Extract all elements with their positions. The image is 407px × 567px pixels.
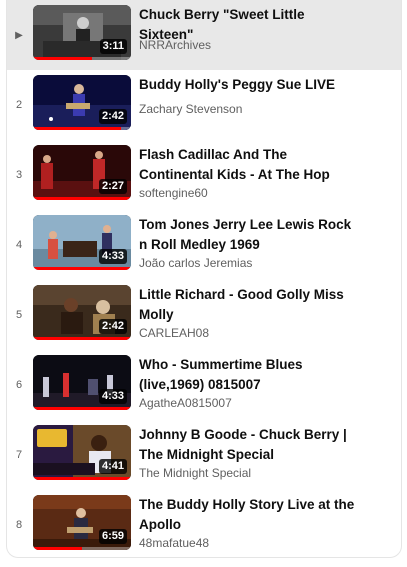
duration-badge: 2:42: [98, 109, 127, 124]
watch-progress-bar: [33, 267, 131, 270]
channel-name[interactable]: AgatheA0815007: [139, 395, 232, 411]
video-thumbnail[interactable]: 4:33: [33, 215, 131, 270]
playlist-item[interactable]: ▶ 3:11 Chuck Berry "Sweet Little Sixteen…: [7, 0, 401, 70]
playlist-item[interactable]: 8 6:59 The Buddy Holly Story Live at the…: [7, 490, 401, 557]
item-index: 4: [15, 239, 23, 251]
watch-progress-bar: [33, 477, 131, 480]
playlist-item[interactable]: 2 2:42 Buddy Holly's Peggy Sue LIVE Zach…: [7, 70, 401, 140]
duration-badge: 4:33: [98, 389, 127, 404]
playlist-item[interactable]: 7 4:41 Johnny B Goode - Chuck Berry | Th…: [7, 420, 401, 490]
duration-badge: 6:59: [98, 529, 127, 544]
video-thumbnail[interactable]: 4:33: [33, 355, 131, 410]
item-index: 8: [15, 519, 23, 531]
video-thumbnail[interactable]: 4:41: [33, 425, 131, 480]
playlist-panel: ▶ 3:11 Chuck Berry "Sweet Little Sixteen…: [6, 0, 402, 558]
channel-name[interactable]: The Midnight Special: [139, 465, 251, 481]
channel-name[interactable]: 48mafatue48: [139, 535, 209, 551]
item-index: 2: [15, 99, 23, 111]
channel-name[interactable]: NRRArchives: [139, 37, 211, 53]
now-playing-marker: ▶: [7, 0, 31, 70]
channel-name[interactable]: João carlos Jeremias: [139, 255, 252, 271]
playlist-item[interactable]: 4 4:33 Tom Jones Jerry Lee Lewis Rock n …: [7, 210, 401, 280]
channel-name[interactable]: CARLEAH08: [139, 325, 209, 341]
duration-badge: 4:33: [98, 249, 127, 264]
item-index: 7: [15, 449, 23, 461]
duration-badge: 4:41: [98, 459, 127, 474]
item-index: 5: [15, 309, 23, 321]
playlist-item[interactable]: 6 4:33 Who - Summertime Blues (live,1969…: [7, 350, 401, 420]
watch-progress-bar: [33, 407, 131, 410]
video-thumbnail[interactable]: 2:42: [33, 75, 131, 130]
duration-badge: 3:11: [99, 39, 127, 54]
watch-progress-bar: [33, 57, 92, 60]
watch-progress-bar: [33, 547, 82, 550]
video-thumbnail[interactable]: 6:59: [33, 495, 131, 550]
video-thumbnail[interactable]: 2:27: [33, 145, 131, 200]
play-icon: ▶: [15, 29, 23, 41]
item-index: 6: [15, 379, 23, 391]
video-title[interactable]: Johnny B Goode - Chuck Berry | The Midni…: [139, 425, 361, 465]
video-title[interactable]: Tom Jones Jerry Lee Lewis Rock n Roll Me…: [139, 215, 361, 255]
video-title[interactable]: Who - Summertime Blues (live,1969) 08150…: [139, 355, 361, 395]
watch-progress-bar: [33, 197, 131, 200]
watch-progress-bar: [33, 337, 131, 340]
duration-badge: 2:27: [98, 179, 127, 194]
video-thumbnail[interactable]: 2:42: [33, 285, 131, 340]
channel-name[interactable]: softengine60: [139, 185, 208, 201]
item-index: 3: [15, 169, 23, 181]
video-thumbnail[interactable]: 3:11: [33, 5, 131, 60]
channel-name[interactable]: Zachary Stevenson: [139, 101, 242, 117]
video-title[interactable]: Little Richard - Good Golly Miss Molly: [139, 285, 361, 325]
watch-progress-bar: [33, 127, 122, 130]
video-title[interactable]: Buddy Holly's Peggy Sue LIVE: [139, 75, 361, 95]
video-title[interactable]: The Buddy Holly Story Live at the Apollo: [139, 495, 361, 535]
video-title[interactable]: Flash Cadillac And The Continental Kids …: [139, 145, 361, 185]
playlist-item[interactable]: 3 2:27 Flash Cadillac And The Continenta…: [7, 140, 401, 210]
playlist-item[interactable]: 5 2:42 Little Richard - Good Golly Miss …: [7, 280, 401, 350]
duration-badge: 2:42: [98, 319, 127, 334]
